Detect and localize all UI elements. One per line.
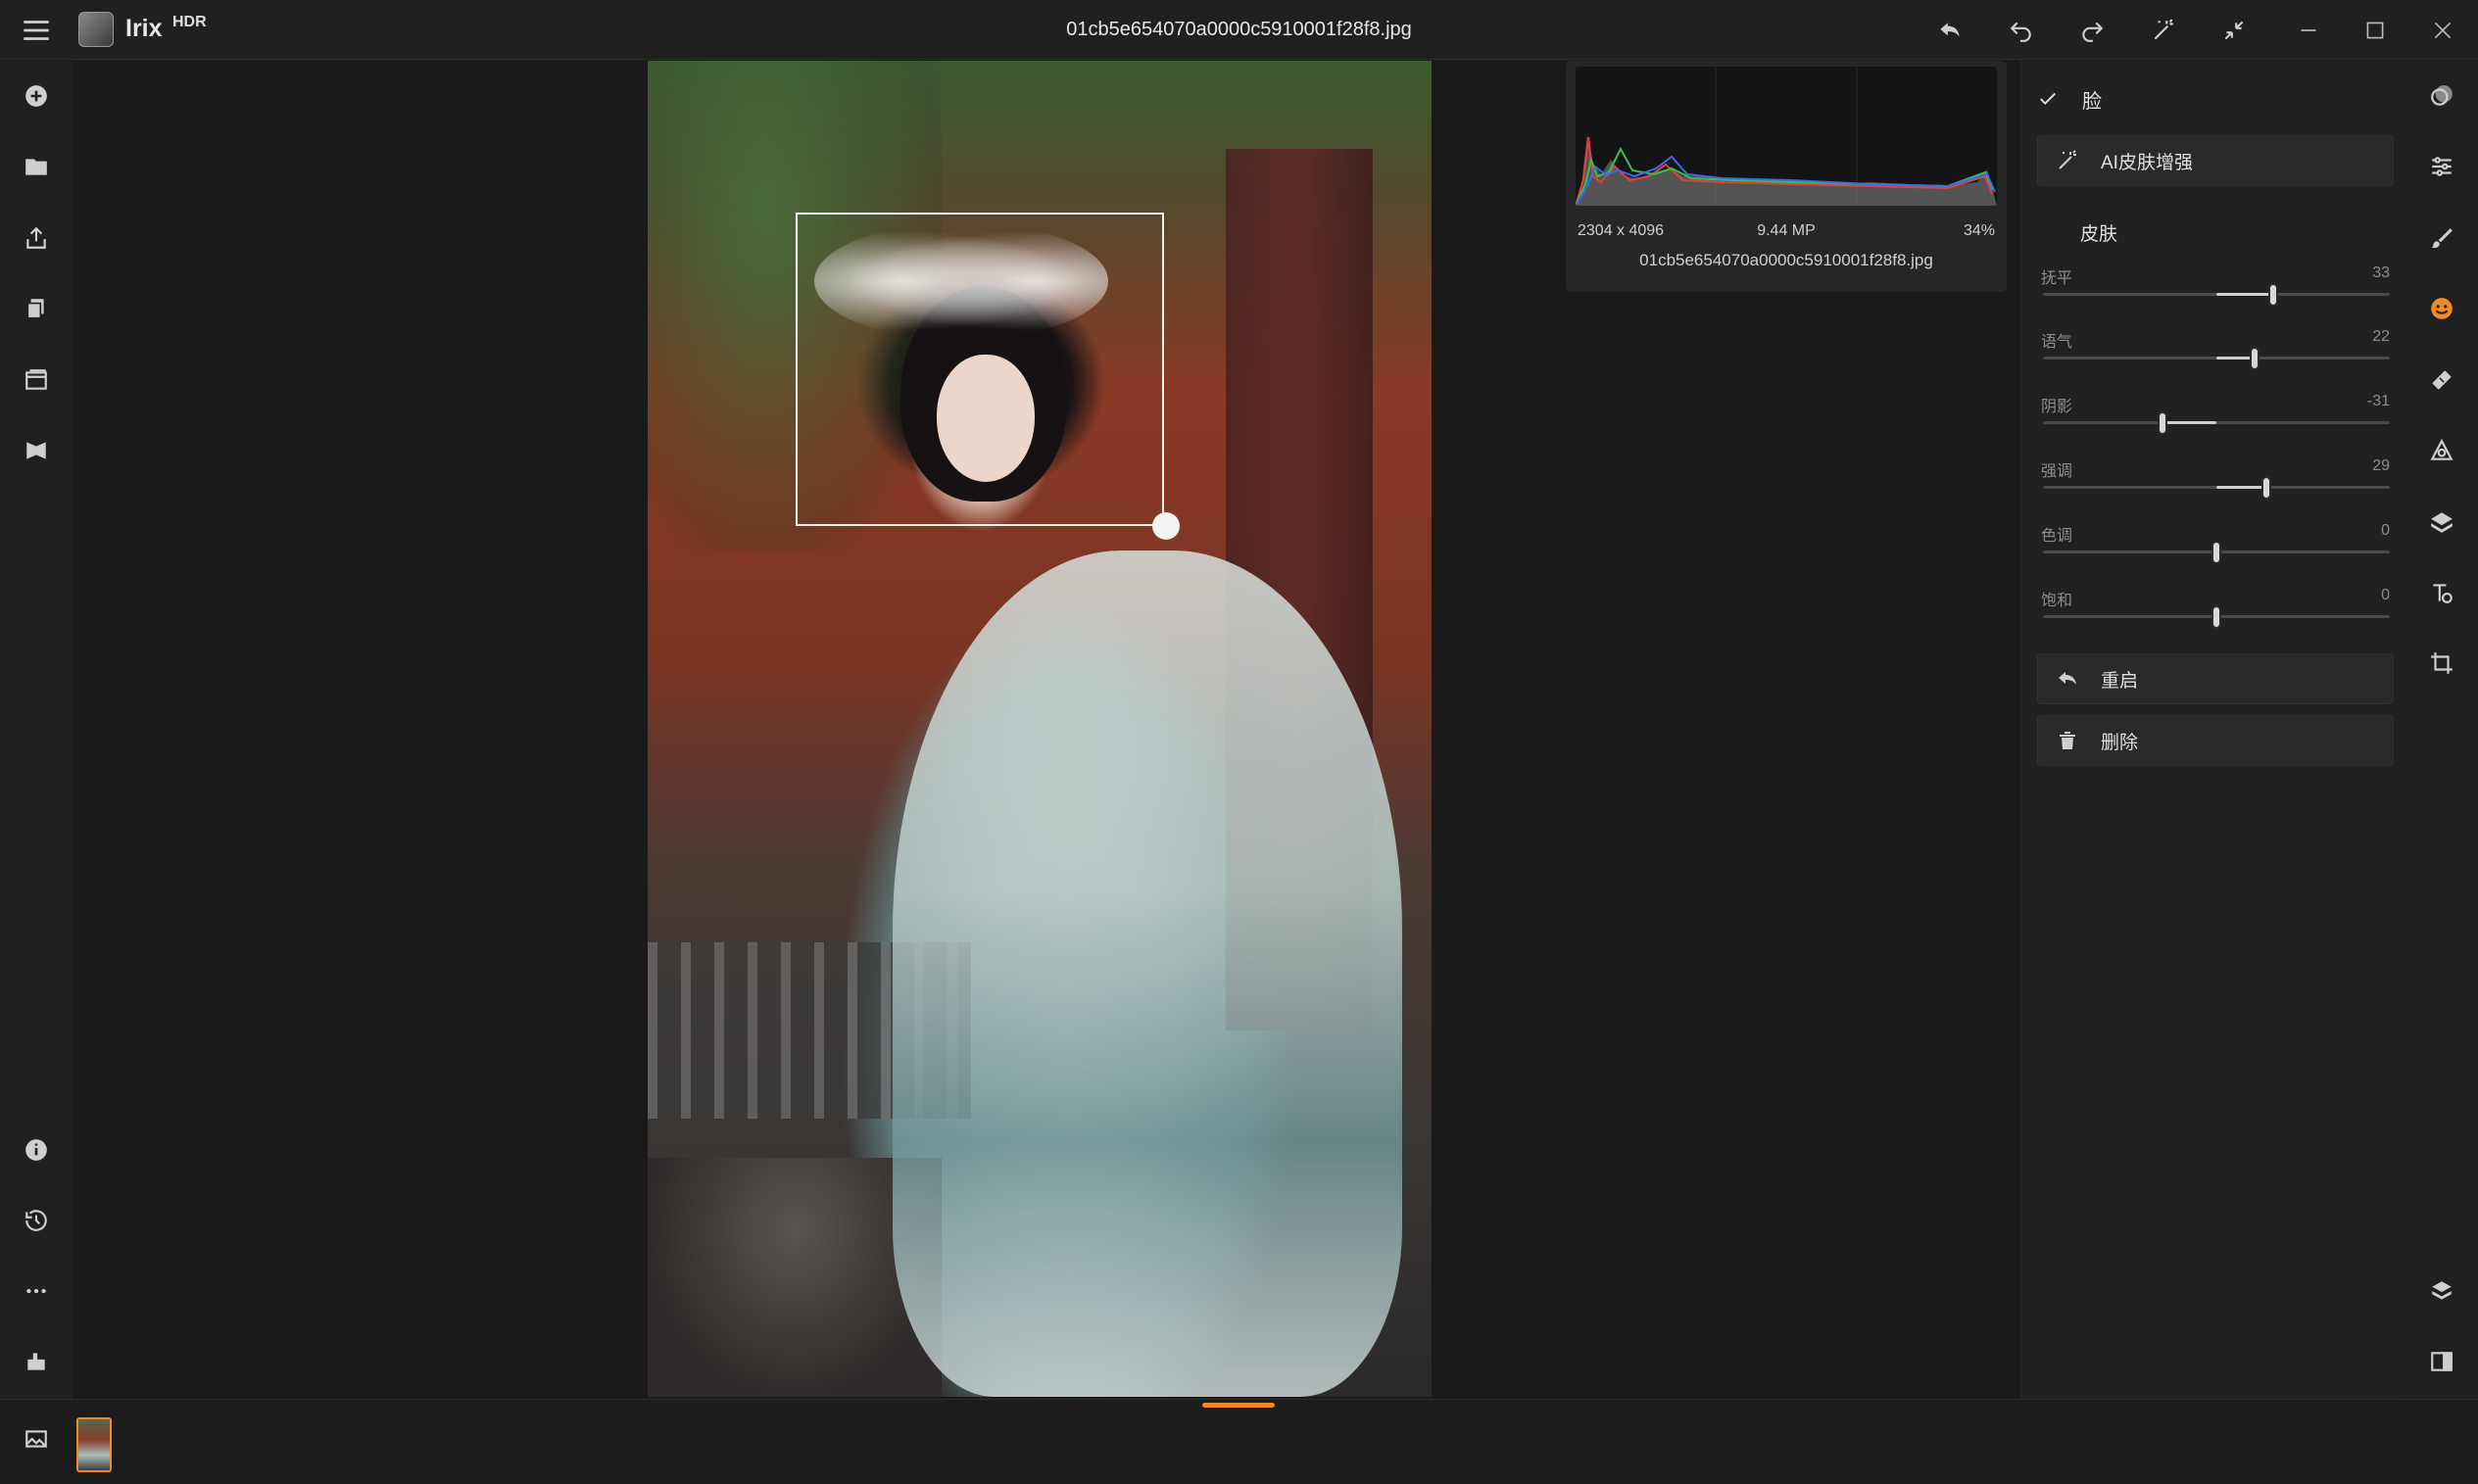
face-selection-box[interactable] [796,213,1164,526]
compare-icon[interactable] [2216,13,2252,48]
reset-label: 重启 [2101,670,2139,692]
reset-icon [2059,672,2076,685]
hand-icon[interactable] [19,1344,54,1379]
delete-button[interactable]: 删除 [2037,715,2394,766]
adjust-icon[interactable] [2424,149,2459,184]
slider-label: 阴影 [2041,399,2073,415]
filmstrip-thumbnail[interactable] [76,1417,112,1472]
slider-fill [2216,486,2267,489]
slider-smooth[interactable]: 抚平 33 [2041,264,2390,319]
slider-label: 语气 [2041,334,2073,351]
right-toolbar [2405,61,2478,1399]
histogram-filename: 01cb5e654070a0000c5910001f28f8.jpg [1639,251,1933,269]
histogram [1576,67,1997,206]
add-icon[interactable] [19,78,54,114]
left-toolbar [0,61,73,1399]
slider-shadow[interactable]: 阴影 -31 [2041,393,2390,448]
presets-icon[interactable] [2424,78,2459,114]
trash-icon [2060,732,2075,749]
face-icon[interactable] [2424,291,2459,326]
filmstrip-progress [1202,1403,1275,1408]
minimize-icon[interactable] [2291,13,2326,48]
slider-knob[interactable] [2261,476,2272,500]
slider-hue[interactable]: 色调 0 [2041,522,2390,577]
undo-icon[interactable] [2004,13,2039,48]
slider-label: 强调 [2041,463,2073,480]
slider-fill [2216,293,2274,296]
redo-icon[interactable] [2074,13,2110,48]
slider-label: 饱和 [2041,593,2073,609]
windows-icon[interactable] [19,362,54,398]
photo-dress [893,551,1402,1397]
slider-fill [2162,421,2216,424]
check-icon [2039,92,2057,106]
slider-label: 抚平 [2041,270,2073,287]
panel-toggle-icon[interactable] [2424,1344,2459,1379]
ai-skin-enhance-label: AI皮肤增强 [2101,152,2193,173]
text-icon[interactable] [2424,575,2459,610]
slider-value: 0 [2381,522,2390,539]
slider-value: 22 [2372,328,2390,345]
slider-knob[interactable] [2249,347,2259,370]
shapes-icon[interactable] [2424,433,2459,468]
skin-group-title: 皮肤 [2080,224,2118,245]
history-icon[interactable] [19,1203,54,1238]
delete-label: 删除 [2101,732,2139,753]
brush-icon[interactable] [2424,220,2459,256]
auto-enhance-icon[interactable] [2146,13,2181,48]
close-icon[interactable] [2425,13,2460,48]
slider-knob[interactable] [2211,541,2221,564]
slider-knob[interactable] [2211,605,2221,629]
undo-all-icon[interactable] [1932,13,1968,48]
slider-value: 33 [2372,264,2390,281]
maximize-icon[interactable] [2357,13,2393,48]
zoom-level: 34% [1963,222,1995,239]
folder-icon[interactable] [19,149,54,184]
slider-value: -31 [2366,393,2390,409]
histogram-panel: 2304 x 4096 9.44 MP 34% 01cb5e654070a000… [1566,61,2007,292]
info-icon[interactable] [19,1132,54,1168]
export-icon[interactable] [19,220,54,256]
magic-wand-icon [2059,150,2076,169]
slider-knob[interactable] [2268,283,2279,307]
slider-knob[interactable] [2158,411,2168,435]
slider-track[interactable] [2043,421,2390,424]
layers-icon[interactable] [2424,504,2459,540]
slider-value: 0 [2381,587,2390,603]
adjustment-panel: 脸 AI皮肤增强 皮肤 抚平 33 语气 22 阴影 -31 强调 29 色调 … [2020,61,2405,1399]
face-box-resize-handle[interactable] [1152,512,1180,540]
reset-button[interactable]: 重启 [2037,653,2394,704]
slider-tone[interactable]: 语气 22 [2041,328,2390,383]
flag-icon[interactable] [19,433,54,468]
ai-skin-enhance-button[interactable]: AI皮肤增强 [2037,135,2394,186]
stack-icon[interactable] [2424,1273,2459,1309]
image-megapixels: 9.44 MP [1757,222,1816,239]
slider-value: 29 [2372,457,2390,474]
batch-icon[interactable] [19,291,54,326]
filmstrip [0,1399,2478,1484]
title-bar: Irix HDR 01cb5e654070a0000c5910001f28f8.… [0,0,2478,60]
healing-icon[interactable] [2424,362,2459,398]
photo[interactable] [648,61,1432,1397]
slider-label: 色调 [2041,528,2073,545]
crop-icon[interactable] [2424,646,2459,681]
image-icon[interactable] [19,1421,54,1457]
slider-saturation[interactable]: 饱和 0 [2041,587,2390,642]
face-section-title: 脸 [2082,90,2102,113]
slider-emphasis[interactable]: 强调 29 [2041,457,2390,512]
face-section-header[interactable]: 脸 [2037,82,2102,116]
more-icon[interactable] [19,1273,54,1309]
